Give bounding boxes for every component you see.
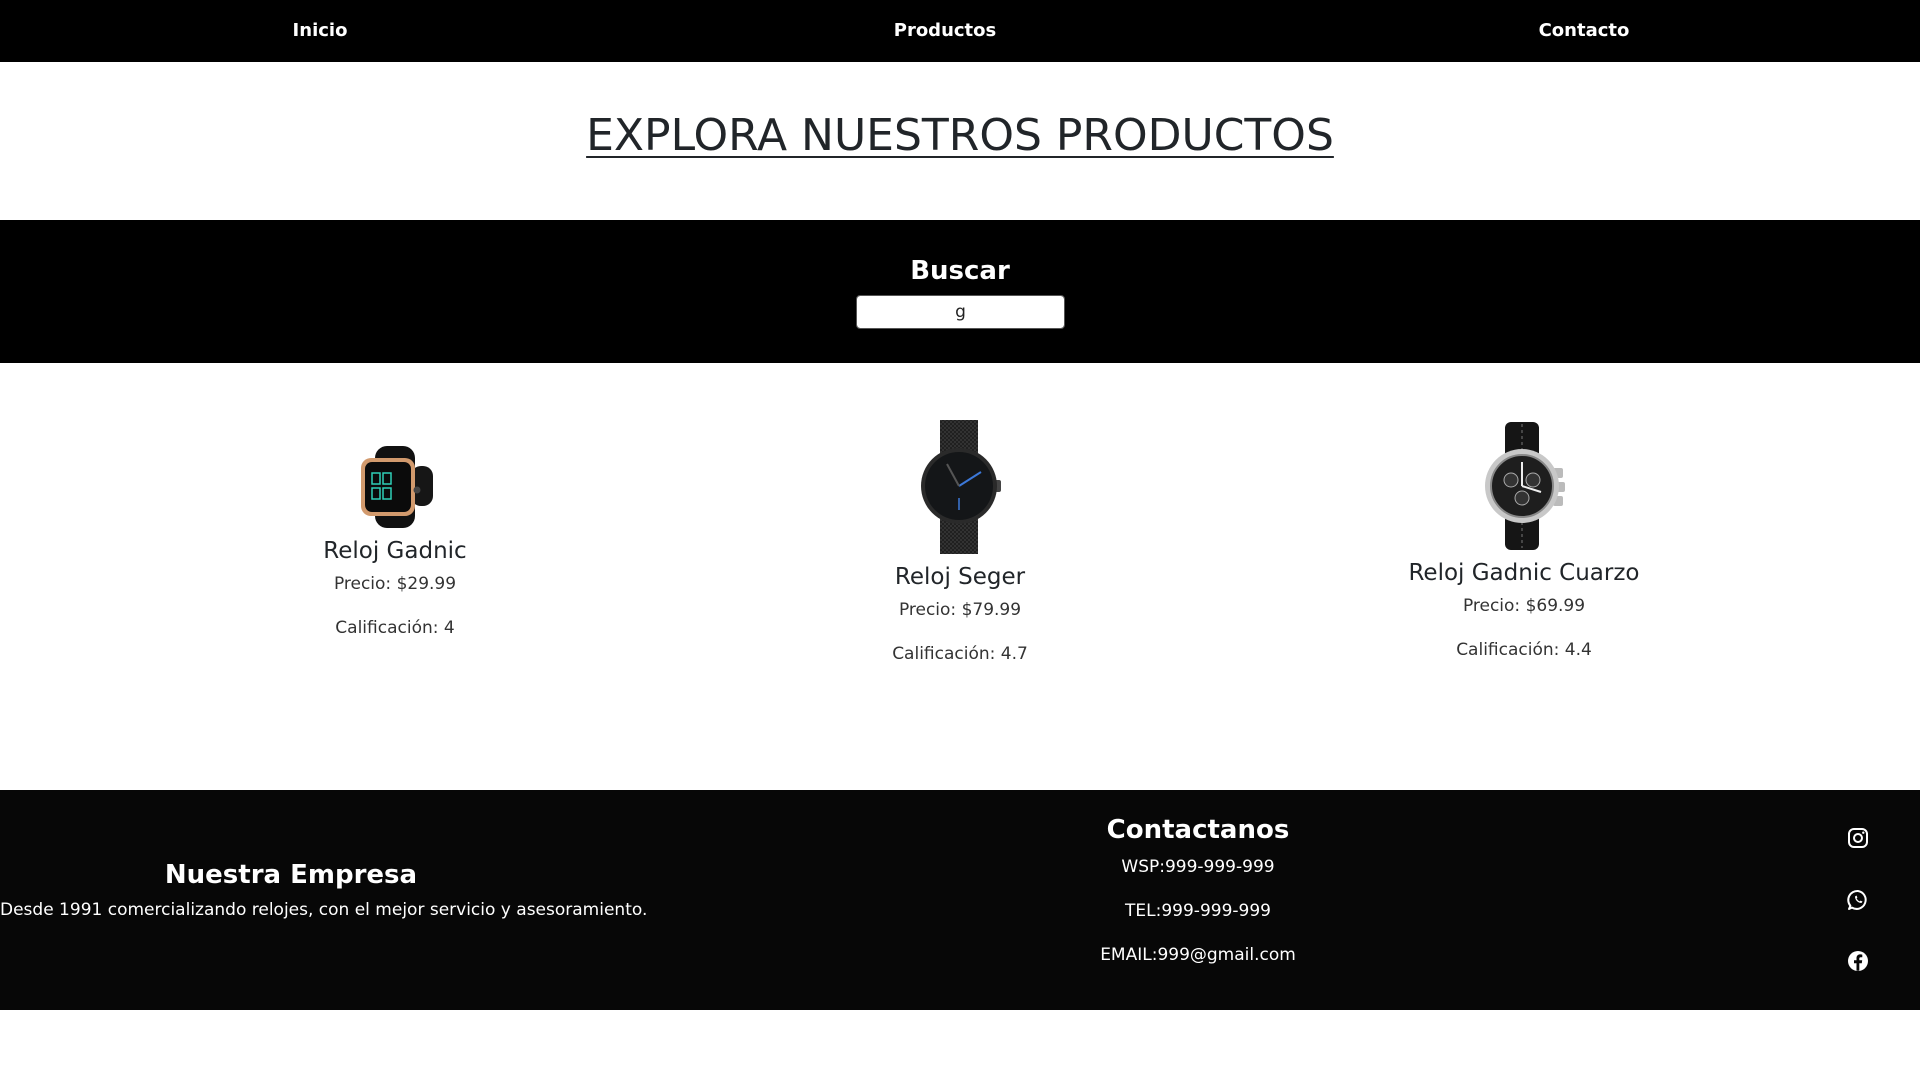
- product-price: Precio: $79.99: [898, 600, 1022, 620]
- product-card: Reloj Gadnic Cuarzo Precio: $69.99 Calif…: [1324, 422, 1724, 660]
- product-card: Reloj Gadnic Precio: $29.99 Calificación…: [195, 446, 595, 638]
- instagram-icon[interactable]: [1846, 826, 1870, 850]
- facebook-icon[interactable]: [1846, 949, 1870, 973]
- contact-whatsapp: WSP:999-999-999: [1121, 857, 1275, 877]
- contact-email: EMAIL:999@gmail.com: [1100, 945, 1296, 965]
- smartwatch-icon: [361, 446, 433, 528]
- mesh-watch-icon: [921, 420, 1001, 554]
- product-rating: Calificación: 4: [335, 618, 455, 638]
- product-price: Precio: $69.99: [1462, 596, 1586, 616]
- product-card: Reloj Seger Precio: $79.99 Calificación:…: [760, 420, 1160, 664]
- contact-phone: TEL:999-999-999: [1125, 901, 1271, 921]
- chronograph-watch-icon: [1485, 422, 1565, 550]
- product-name: Reloj Gadnic Cuarzo: [1408, 560, 1640, 586]
- product-price: Precio: $29.99: [333, 574, 457, 594]
- product-name: Reloj Seger: [894, 564, 1026, 590]
- whatsapp-icon[interactable]: [1846, 888, 1870, 912]
- page-title-text: EXPLORA NUESTROS PRODUCTOS: [586, 110, 1334, 161]
- search-section: Buscar: [0, 220, 1920, 363]
- company-description: Desde 1991 comercializando relojes, con …: [0, 900, 648, 920]
- product-name: Reloj Gadnic: [323, 538, 467, 564]
- contact-title: Contactanos: [1106, 815, 1290, 845]
- search-label: Buscar: [910, 256, 1010, 286]
- search-input[interactable]: [856, 295, 1065, 329]
- page-title: EXPLORA NUESTROS PRODUCTOS: [0, 110, 1920, 161]
- nav-link-productos[interactable]: Productos: [894, 0, 997, 62]
- top-navbar: Inicio Productos Contacto: [0, 0, 1920, 62]
- product-rating: Calificación: 4.7: [892, 644, 1028, 664]
- nav-link-inicio[interactable]: Inicio: [293, 0, 348, 62]
- product-rating: Calificación: 4.4: [1456, 640, 1592, 660]
- nav-link-contacto[interactable]: Contacto: [1539, 0, 1630, 62]
- site-footer: Nuestra Empresa Desde 1991 comercializan…: [0, 790, 1920, 1010]
- company-title: Nuestra Empresa: [164, 860, 418, 890]
